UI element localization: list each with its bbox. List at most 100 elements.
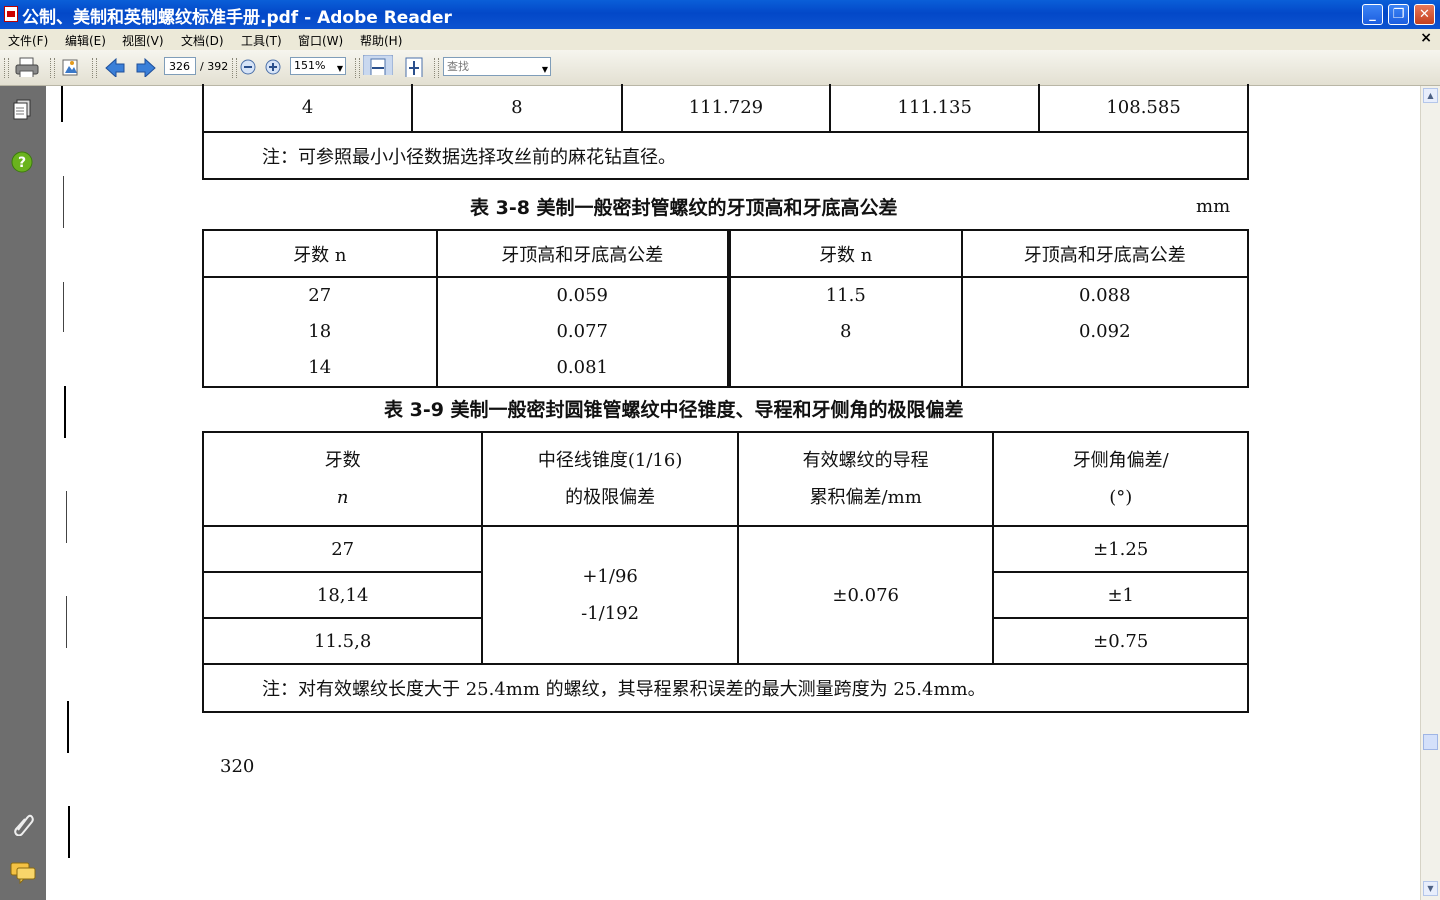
table-header: 中径线锥度(1/16) 的极限偏差 — [481, 431, 739, 527]
scroll-down-icon[interactable]: ▼ — [1423, 881, 1438, 896]
prev-page-icon[interactable] — [104, 57, 126, 77]
page-number: 320 — [220, 756, 255, 777]
cell-value: 0.092 — [1078, 321, 1131, 342]
header-line: 的极限偏差 — [565, 487, 656, 508]
maximize-button[interactable]: ❐ — [1388, 4, 1409, 25]
window-title: 公制、美制和英制螺纹标准手册.pdf - Adobe Reader — [22, 8, 452, 28]
table-cell: ±1.25 — [992, 525, 1249, 573]
table-3-8: 牙数 n 牙顶高和牙底高公差 牙数 n 牙顶高和牙底高公差 27 18 14 0… — [202, 229, 1250, 388]
scrollbar-thumb[interactable] — [1423, 734, 1438, 750]
header-line: 牙数 — [324, 450, 361, 471]
table-cell: 111.729 — [620, 84, 832, 133]
zoom-out-icon[interactable] — [240, 59, 256, 79]
toolbar-grip[interactable] — [4, 58, 9, 78]
cell-value: +1/96 — [582, 566, 638, 587]
table-note: 注：对有效螺纹长度大于 25.4mm 的螺纹，其导程累积误差的最大测量跨度为 2… — [202, 663, 1249, 713]
toolbar-grip[interactable] — [50, 58, 55, 78]
scan-edge-mark — [68, 806, 70, 858]
menu-bar: 文件(F) 编辑(E) 视图(V) 文档(D) 工具(T) 窗口(W) 帮助(H… — [0, 29, 1440, 51]
menu-edit[interactable]: 编辑(E) — [65, 32, 106, 49]
print-icon[interactable] — [15, 57, 39, 77]
help-icon[interactable]: ? — [11, 151, 33, 173]
table-cell: ±1 — [992, 571, 1249, 619]
table-header: 牙数 n — [201, 431, 484, 527]
table-cell: 27 18 14 — [202, 276, 438, 388]
fit-page-icon[interactable] — [403, 57, 425, 77]
header-line: 累积偏差/mm — [809, 487, 922, 508]
chevron-down-icon[interactable]: ▼ — [542, 61, 548, 78]
search-input[interactable]: 查找 ▼ — [443, 57, 551, 76]
fit-width-icon[interactable] — [363, 55, 393, 75]
table-cell: 0.059 0.077 0.081 — [435, 276, 731, 388]
table-note: 注：可参照最小小径数据选择攻丝前的麻花钻直径。 — [202, 131, 1249, 180]
cell-value: 0.077 — [556, 321, 608, 342]
minimize-button[interactable]: _ — [1362, 4, 1383, 25]
page-number-input[interactable]: 326 — [164, 57, 196, 75]
table-caption: 表 3-8 美制一般密封管螺纹的牙顶高和牙底高公差 — [470, 197, 898, 219]
zoom-select[interactable]: 151% ▼ — [290, 57, 346, 75]
table-cell: 8 — [411, 84, 623, 133]
table-3-9: 牙数 n 中径线锥度(1/16) 的极限偏差 有效螺纹的导程 累积偏差/mm 牙… — [201, 431, 1249, 713]
title-bar: 公制、美制和英制螺纹标准手册.pdf - Adobe Reader _ ❐ ✕ — [0, 0, 1440, 29]
table-cell: 27 — [201, 525, 484, 573]
navigation-panel: ? — [0, 86, 46, 900]
header-line: 有效螺纹的导程 — [802, 450, 929, 471]
cell-value: 0.088 — [1078, 285, 1131, 306]
cell-value: 0.081 — [556, 357, 608, 378]
table-header: 牙数 n — [727, 229, 963, 278]
scan-edge-mark — [67, 701, 69, 753]
header-line: n — [336, 487, 349, 508]
search-placeholder: 查找 — [447, 60, 469, 73]
cell-value: 27 — [308, 285, 332, 306]
table-cell: ±0.076 — [736, 525, 995, 665]
header-line: (°) — [1109, 487, 1133, 508]
cell-value: 11.5 — [825, 285, 866, 306]
scan-edge-mark — [66, 491, 67, 543]
attachments-icon[interactable] — [11, 812, 35, 836]
toolbar-grip[interactable] — [355, 58, 360, 78]
header-line: 牙侧角偏差/ — [1072, 450, 1169, 471]
table-cell: 18,14 — [201, 571, 484, 619]
menu-window[interactable]: 窗口(W) — [298, 32, 343, 49]
toolbar-grip[interactable] — [434, 58, 439, 78]
table-caption: 表 3-9 美制一般密封圆锥管螺纹中径锥度、导程和牙侧角的极限偏差 — [384, 399, 964, 421]
document-close-icon[interactable]: × — [1420, 30, 1432, 46]
scan-edge-mark — [61, 86, 63, 122]
table-header: 牙侧角偏差/ (°) — [992, 431, 1249, 527]
chevron-down-icon[interactable]: ▼ — [337, 61, 343, 77]
close-button[interactable]: ✕ — [1414, 4, 1435, 25]
menu-tools[interactable]: 工具(T) — [241, 32, 282, 49]
pages-panel-icon[interactable] — [12, 99, 32, 121]
zoom-in-icon[interactable] — [265, 59, 281, 79]
comments-icon[interactable] — [10, 862, 36, 884]
toolbar-grip[interactable] — [92, 58, 97, 78]
next-page-icon[interactable] — [135, 57, 157, 77]
table-cell: ±0.75 — [992, 617, 1249, 665]
page-total: / 392 — [200, 60, 229, 73]
table-header: 牙顶高和牙底高公差 — [960, 229, 1250, 278]
menu-help[interactable]: 帮助(H) — [360, 32, 402, 49]
adobe-reader-icon — [4, 6, 18, 22]
menu-file[interactable]: 文件(F) — [8, 32, 48, 49]
scroll-up-icon[interactable]: ▲ — [1423, 88, 1438, 103]
cell-value: 0.059 — [556, 285, 608, 306]
table-cell: 11.5 8 — [727, 276, 963, 388]
cell-value: 8 — [840, 321, 852, 342]
unit-label: mm — [1196, 196, 1231, 217]
zoom-value: 151% — [294, 59, 326, 72]
cell-value: 14 — [308, 357, 332, 378]
menu-view[interactable]: 视图(V) — [122, 32, 164, 49]
table-header: 牙顶高和牙底高公差 — [435, 229, 731, 278]
table-cell: 4 — [201, 84, 414, 133]
table-cell: 108.585 — [1038, 84, 1249, 133]
menu-document[interactable]: 文档(D) — [181, 32, 224, 49]
top-table: 4 8 111.729 111.135 108.585 注：可参照最小小径数据选… — [201, 84, 1249, 180]
toolbar-grip[interactable] — [232, 58, 237, 78]
hand-tool-icon[interactable] — [61, 57, 81, 77]
table-cell: 11.5,8 — [201, 617, 484, 665]
table-cell: 0.088 0.092 — [960, 276, 1250, 388]
cell-value: -1/192 — [581, 603, 640, 624]
header-line: 中径线锥度(1/16) — [537, 450, 683, 471]
table-cell: 111.135 — [829, 84, 1041, 133]
vertical-scrollbar[interactable]: ▲ ▼ — [1420, 86, 1440, 900]
